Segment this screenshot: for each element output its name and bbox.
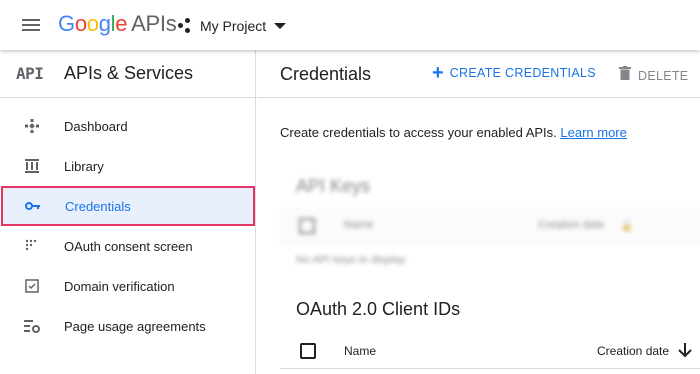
create-credentials-button[interactable]: + CREATE CREDENTIALS — [432, 62, 596, 84]
sidebar-title: APIs & Services — [64, 63, 194, 83]
sidebar-item-domain-verification[interactable]: Domain verification — [0, 266, 255, 306]
library-icon — [22, 159, 42, 173]
learn-more-link[interactable]: Learn more — [560, 125, 626, 140]
api-keys-empty-text: No API keys to display — [296, 254, 406, 266]
lock-icon: 🔒 — [620, 220, 634, 232]
oauth-section-title: OAuth 2.0 Client IDs — [296, 299, 461, 319]
page-title: Credentials — [280, 64, 372, 84]
api-keys-select-all-checkbox[interactable] — [299, 218, 315, 234]
checkbox-icon — [22, 279, 42, 293]
hamburger-icon[interactable] — [22, 17, 42, 33]
api-keys-table: Name Creation date 🔒 No API keys to disp… — [280, 208, 700, 288]
api-keys-header-row: Name Creation date 🔒 — [280, 208, 700, 244]
sidebar-item-page-usage[interactable]: Page usage agreements — [0, 306, 255, 346]
sidebar-item-dashboard[interactable]: Dashboard — [0, 106, 255, 146]
column-header-name[interactable]: Name — [344, 344, 376, 358]
trash-icon — [619, 66, 631, 85]
dashboard-icon — [22, 119, 42, 133]
project-selector[interactable]: My Project — [178, 14, 287, 38]
main-header: Credentials + CREATE CREDENTIALS DELETE — [257, 50, 700, 98]
project-name: My Project — [200, 18, 267, 34]
key-icon — [23, 201, 43, 211]
caret-down-icon — [274, 23, 287, 29]
sidebar: API APIs & Services Dashboard Library Cr… — [0, 50, 256, 374]
oauth-select-all-checkbox[interactable] — [300, 343, 316, 359]
api-keys-title: API Keys — [296, 176, 371, 196]
api-logo-icon: API — [16, 64, 44, 83]
consent-icon — [22, 239, 42, 253]
sidebar-header: API APIs & Services — [0, 50, 255, 98]
plus-icon: + — [432, 62, 444, 84]
sidebar-item-library[interactable]: Library — [0, 146, 255, 186]
column-header-creation-date[interactable]: Creation date — [597, 344, 669, 358]
project-dots-icon — [178, 18, 192, 34]
oauth-table: Name Creation date — [280, 333, 700, 374]
settings-list-icon — [22, 319, 42, 333]
sidebar-item-credentials[interactable]: Credentials — [1, 186, 255, 226]
arrow-down-icon[interactable] — [678, 342, 692, 363]
main-content: Credentials + CREATE CREDENTIALS DELETE … — [257, 50, 700, 374]
google-apis-logo[interactable]: Google APIs — [58, 11, 177, 37]
oauth-header-row: Name Creation date — [280, 333, 700, 369]
delete-button[interactable]: DELETE — [619, 66, 688, 85]
sidebar-item-oauth-consent[interactable]: OAuth consent screen — [0, 226, 255, 266]
info-text: Create credentials to access your enable… — [280, 125, 627, 140]
top-app-bar: Google APIs My Project — [0, 0, 700, 50]
